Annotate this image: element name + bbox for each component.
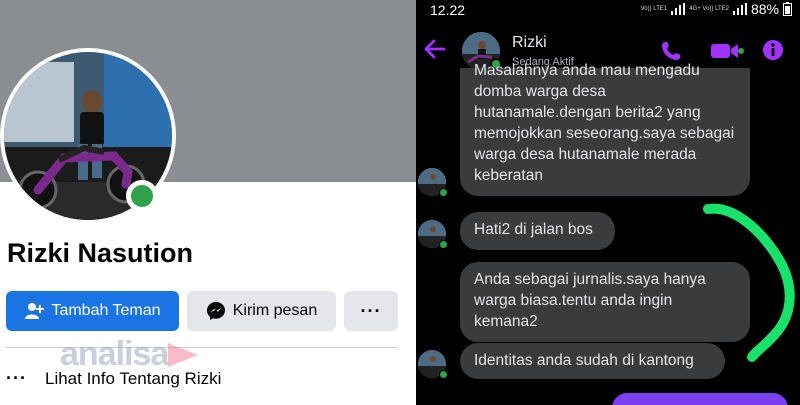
contact-name[interactable]: Rizki [512, 34, 547, 52]
message-bubble[interactable]: Masalahnya anda mau mengadu domba warga … [460, 62, 750, 196]
sender-online-dot [439, 240, 448, 249]
messenger-icon [206, 302, 225, 320]
sender-online-dot [439, 188, 448, 197]
online-status-indicator [126, 180, 158, 212]
signal-icon-2 [732, 3, 747, 15]
sender-online-dot [439, 370, 448, 379]
add-friend-label: Tambah Teman [51, 302, 161, 319]
about-info-link[interactable]: ··· Lihat Info Tentang Rizki [6, 368, 221, 389]
message-bubble[interactable]: Hati2 di jalan bos [460, 212, 615, 250]
profile-name: Rizki Nasution [7, 238, 194, 268]
facebook-profile-panel: Rizki Nasution Tambah Teman Kirim pesan … [0, 0, 416, 405]
about-info-label: Lihat Info Tentang Rizki [44, 368, 222, 388]
phone-call-icon[interactable] [660, 40, 682, 62]
more-options-button[interactable]: ··· [344, 291, 398, 331]
watermark-play-icon [168, 342, 199, 367]
status-time: 12.22 [430, 2, 466, 18]
send-message-label: Kirim pesan [232, 302, 318, 319]
screenshot-collage: Rizki Nasution Tambah Teman Kirim pesan … [0, 0, 800, 405]
outgoing-message-bubble[interactable] [612, 393, 788, 405]
back-arrow-icon[interactable] [424, 38, 446, 60]
info-icon[interactable] [762, 39, 784, 61]
battery-level: 88% [750, 1, 779, 17]
message-bubble[interactable]: Identitas anda sudah di kantong [460, 343, 725, 379]
message-text: Masalahnya anda mau mengadu domba warga … [474, 62, 735, 184]
system-indicators: Vo)) LTE1 4G+ Vo)) LTE2 88% [641, 1, 792, 17]
battery-icon [783, 2, 792, 16]
highlight-scribble [703, 203, 795, 362]
video-call-icon[interactable] [710, 40, 744, 62]
network-indicator-1: Vo)) LTE1 [640, 6, 668, 12]
signal-icon [671, 3, 686, 15]
phone-status-bar: 12.22 Vo)) LTE1 4G+ Vo)) LTE2 88% [416, 0, 800, 22]
add-friend-button[interactable]: Tambah Teman [6, 291, 179, 331]
send-message-button[interactable]: Kirim pesan [187, 291, 336, 331]
more-dots-icon: ··· [6, 368, 27, 388]
messenger-chat-panel: 12.22 Vo)) LTE1 4G+ Vo)) LTE2 88% Rizki … [416, 0, 800, 405]
network-indicator-2: 4G+ Vo)) LTE2 [689, 6, 729, 12]
add-friend-icon [25, 303, 45, 319]
